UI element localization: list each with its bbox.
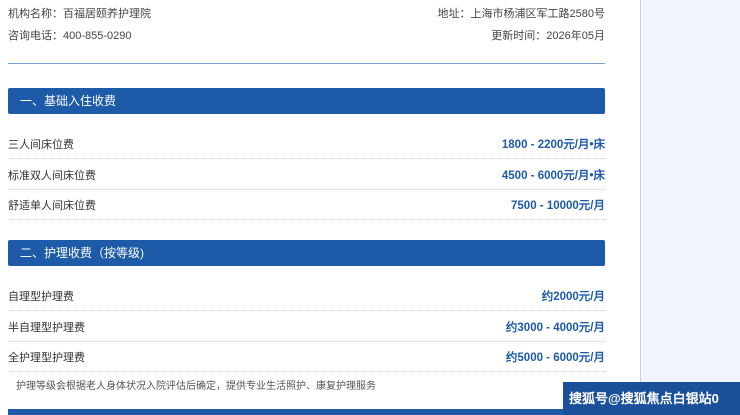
fee-row: 标准双人间床位费 4500 - 6000元/月•床 <box>8 160 605 190</box>
fee-price: 约5000 - 6000元/月 <box>505 351 605 364</box>
section-title-care: 二、护理收费（按等级) <box>8 240 605 266</box>
side-panel <box>640 0 740 415</box>
updated-date: 更新时间：2026年05月 <box>491 30 605 42</box>
footer-bar <box>8 409 605 415</box>
fee-price: 约2000元/月 <box>541 290 605 303</box>
fee-price: 1800 - 2200元/月•床 <box>501 138 605 151</box>
fee-price: 7500 - 10000元/月 <box>511 199 605 212</box>
section-title-basic: 一、基础入住收费 <box>8 88 605 114</box>
header-row-2: 咨询电话：400-855-0290 更新时间：2026年05月 <box>8 27 605 43</box>
address: 地址：上海市杨浦区军工路2580号 <box>437 8 605 20</box>
phone: 咨询电话：400-855-0290 <box>8 30 132 42</box>
fee-row: 自理型护理费 约2000元/月 <box>8 281 605 311</box>
fee-name: 标准双人间床位费 <box>8 169 96 182</box>
fee-name: 全护理型护理费 <box>8 351 85 364</box>
care-level-note: 护理等级会根据老人身体状况入院评估后确定，提供专业生活照护、康复护理服务 <box>16 381 376 392</box>
fee-price: 约3000 - 4000元/月 <box>505 321 605 334</box>
fee-price: 4500 - 6000元/月•床 <box>501 169 605 182</box>
fee-name: 舒适单人间床位费 <box>8 199 96 212</box>
fee-row: 半自理型护理费 约3000 - 4000元/月 <box>8 312 605 342</box>
watermark: 搜狐号@搜狐焦点白银站0 <box>563 382 740 415</box>
fee-name: 半自理型护理费 <box>8 321 85 334</box>
fee-row: 三人间床位费 1800 - 2200元/月•床 <box>8 129 605 159</box>
fee-name: 三人间床位费 <box>8 138 74 151</box>
fee-row: 舒适单人间床位费 7500 - 10000元/月 <box>8 190 605 220</box>
fee-row: 全护理型护理费 约5000 - 6000元/月 <box>8 342 605 372</box>
fee-name: 自理型护理费 <box>8 290 74 303</box>
org-name: 机构名称：百福居颐养护理院 <box>8 8 151 20</box>
fee-document: 机构名称：百福居颐养护理院 地址：上海市杨浦区军工路2580号 咨询电话：400… <box>0 0 612 415</box>
divider <box>8 63 605 64</box>
header-row-1: 机构名称：百福居颐养护理院 地址：上海市杨浦区军工路2580号 <box>8 5 605 21</box>
